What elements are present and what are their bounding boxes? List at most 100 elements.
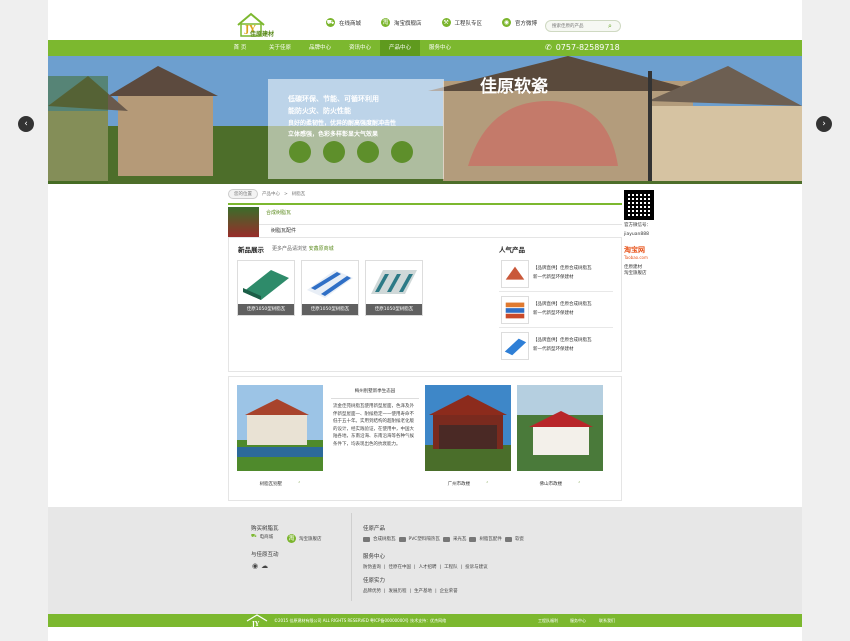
product-card[interactable]: 佳原1050型树脂瓦 xyxy=(365,260,423,316)
hot-product-line2: 新一代新型环保建材 xyxy=(533,275,574,280)
nav-products[interactable]: 产品中心 xyxy=(380,40,420,56)
footer-service-link[interactable]: 投诉与建议 xyxy=(465,564,488,570)
taobao-logo-url: Taobao.com xyxy=(624,255,648,260)
bottom-link[interactable]: 工程队福利 xyxy=(538,614,558,627)
case-story-title[interactable]: 梅州别墅新季生态园 xyxy=(331,385,419,399)
product-caption: 佳原1050型树脂瓦 xyxy=(238,304,294,315)
footer-divider xyxy=(351,513,352,601)
hot-product-item[interactable]: 【品牌直供】佳原合成树脂瓦 新一代新型环保建材 xyxy=(499,258,613,292)
hot-product-line1: 【品牌直供】佳原合成树脂瓦 xyxy=(533,338,592,343)
carousel-prev-button[interactable]: ‹ xyxy=(18,116,34,132)
weibo-label: 官方微博 xyxy=(515,20,538,27)
taobao-store-link[interactable]: 淘淘宝旗舰店 xyxy=(381,18,422,27)
breadcrumb-home[interactable]: 您的位置 xyxy=(228,189,258,199)
banner-feature-3: 良好的柔韧性，优异的耐高强度耐冲击性 xyxy=(288,120,397,127)
banner-scene xyxy=(48,56,802,184)
online-mall-link[interactable]: ⛟ 在线商城 xyxy=(326,18,361,27)
weibo-icon: ◉ xyxy=(502,18,512,27)
taobao-caption-2: 淘宝旗舰店 xyxy=(624,271,647,276)
product-icon xyxy=(504,536,512,542)
site-logo[interactable]: JY 佳原建材 xyxy=(236,12,282,40)
breadcrumb-item[interactable]: 产品中心 xyxy=(262,191,280,197)
nav-service[interactable]: 服务中心 xyxy=(420,40,460,56)
bottom-link[interactable]: 服务中心 xyxy=(570,614,586,627)
footer-taobao-link[interactable]: 淘淘宝旗舰店 xyxy=(287,534,322,543)
banner-headline: 佳原软瓷 xyxy=(480,77,548,97)
wechat-icon[interactable]: ☁ xyxy=(261,562,268,570)
more-products-link[interactable]: 更多产品请浏览 安鑫原商城 xyxy=(272,245,334,252)
footer: 购买树脂瓦 ⛟ 电商城 淘淘宝旗舰店 与佳原互动 ◉ ☁ 佳原产品 合成树脂瓦 PV… xyxy=(48,507,802,614)
nav-home[interactable]: 首 页 xyxy=(220,40,260,56)
wechat-qr-code xyxy=(624,190,654,220)
nav-brand[interactable]: 品牌中心 xyxy=(300,40,340,56)
wechat-label: 官方微信号： xyxy=(624,223,651,228)
footer-service-list: 防伪查询 | 佳原在中国 | 人才招聘 | 工程队 | 投诉与建议 xyxy=(363,564,488,571)
carousel-next-button[interactable]: › xyxy=(816,116,832,132)
mall-link[interactable]: 安鑫原商城 xyxy=(309,246,334,252)
category-sub-link[interactable]: 树脂瓦配件 xyxy=(259,224,622,236)
taobao-store-label: 淘宝旗舰店 xyxy=(394,20,422,27)
weibo-link[interactable]: ◉ 官方微博 xyxy=(502,18,537,27)
case-card[interactable]: 广州市政楼 ˄ xyxy=(425,385,511,493)
footer-product-link[interactable]: 合成树脂瓦 xyxy=(373,536,396,542)
breadcrumb: 您的位置 产品中心 > 树脂瓦 xyxy=(228,188,622,200)
case-caption-text: 佛山市政楼 xyxy=(539,482,563,487)
expand-icon[interactable]: ˄ xyxy=(298,482,300,487)
taobao-logo-text: 淘宝网 xyxy=(624,246,645,254)
footer-strength-link[interactable]: 品牌优势 xyxy=(363,588,381,594)
top-links: ⛟ 在线商城 淘淘宝旗舰店 ⚒ 工程队专区 ◉ 官方微博 xyxy=(326,18,537,27)
footer-product-link[interactable]: 软瓷 xyxy=(515,536,524,542)
footer-strength-list: 品牌优势 | 发展历程 | 生产基地 | 企业荣誉 xyxy=(363,588,458,595)
bottom-bar: JY ©2015 佳原建材有限公司 ALL RIGHTS RESERVED 粤I… xyxy=(48,614,802,627)
footer-product-link[interactable]: PVC塑料隔热瓦 xyxy=(409,536,440,542)
hot-product-image xyxy=(501,260,529,288)
footer-strength-link[interactable]: 生产基地 xyxy=(414,588,432,594)
category-main-link[interactable]: 合成树脂瓦 xyxy=(266,209,291,216)
product-caption: 佳原1050型树脂瓦 xyxy=(366,304,422,315)
product-card[interactable]: 佳原1050型树脂瓦 xyxy=(237,260,295,316)
weibo-icon[interactable]: ◉ xyxy=(252,562,258,570)
footer-service-link[interactable]: 防伪查询 xyxy=(363,564,381,570)
banner-feature-4: 立体感强，色彩多样彰显大气效果 xyxy=(288,131,379,138)
footer-strength-link[interactable]: 企业荣誉 xyxy=(440,588,458,594)
cart-icon: ⛟ xyxy=(251,534,257,539)
taobao-icon: 淘 xyxy=(381,18,391,27)
case-caption-text: 树脂瓦别墅 xyxy=(259,482,283,487)
footer-strength-link[interactable]: 发展历程 xyxy=(389,588,407,594)
product-image xyxy=(307,270,353,298)
case-card[interactable]: 佛山市政楼 ˄ xyxy=(517,385,603,493)
bottom-link[interactable]: 联系我们 xyxy=(599,614,615,627)
footer-service-link[interactable]: 人才招聘 xyxy=(419,564,437,570)
footer-service-title: 服务中心 xyxy=(363,554,386,560)
search-icon[interactable]: ⌕ xyxy=(608,22,617,31)
footer-service-link[interactable]: 佳原在中国 xyxy=(389,564,412,570)
taobao-logo[interactable]: 淘宝网 Taobao.com xyxy=(624,246,658,262)
footer-product-link[interactable]: 树脂瓦配件 xyxy=(479,536,502,542)
svg-text:JY: JY xyxy=(251,621,260,627)
footer-interact-title: 与佳原互动 xyxy=(251,552,279,558)
product-card[interactable]: 佳原1050型树脂瓦 xyxy=(301,260,359,316)
case-story-body: 流金佳苑树脂瓦使用新型屋面，色泽及外伴新型屋面一、耐候稳定一一使用寿命不低于五十… xyxy=(333,404,414,447)
taobao-icon: 淘 xyxy=(287,534,296,543)
expand-icon[interactable]: ˄ xyxy=(486,482,488,487)
search-input[interactable] xyxy=(546,21,606,31)
footer-logo-icon: JY xyxy=(246,614,268,627)
product-icon xyxy=(363,536,370,542)
nav-about[interactable]: 关于佳原 xyxy=(260,40,300,56)
expand-icon[interactable]: ˄ xyxy=(578,482,580,487)
footer-service-link[interactable]: 工程队 xyxy=(444,564,458,570)
contractor-zone-link[interactable]: ⚒ 工程队专区 xyxy=(441,18,482,27)
product-image xyxy=(371,270,417,294)
hot-product-item[interactable]: 【品牌直供】佳原合成树脂瓦 新一代新型环保建材 xyxy=(499,294,613,328)
phone-icon: ✆ xyxy=(545,43,552,52)
footer-product-link[interactable]: 采光瓦 xyxy=(453,536,467,542)
hot-product-line2: 新一代新型环保建材 xyxy=(533,347,574,352)
case-card[interactable]: 树脂瓦别墅 ˄ xyxy=(237,385,323,493)
nav-news[interactable]: 资讯中心 xyxy=(340,40,380,56)
product-icon xyxy=(469,536,477,542)
breadcrumb-item[interactable]: 树脂瓦 xyxy=(292,191,306,197)
search-box: ⌕ xyxy=(545,20,621,32)
footer-mall-link[interactable]: ⛟ 电商城 xyxy=(251,534,273,540)
worker-icon: ⚒ xyxy=(441,18,451,27)
hot-product-item[interactable]: 【品牌直供】佳原合成树脂瓦 新一代新型环保建材 xyxy=(499,330,613,364)
